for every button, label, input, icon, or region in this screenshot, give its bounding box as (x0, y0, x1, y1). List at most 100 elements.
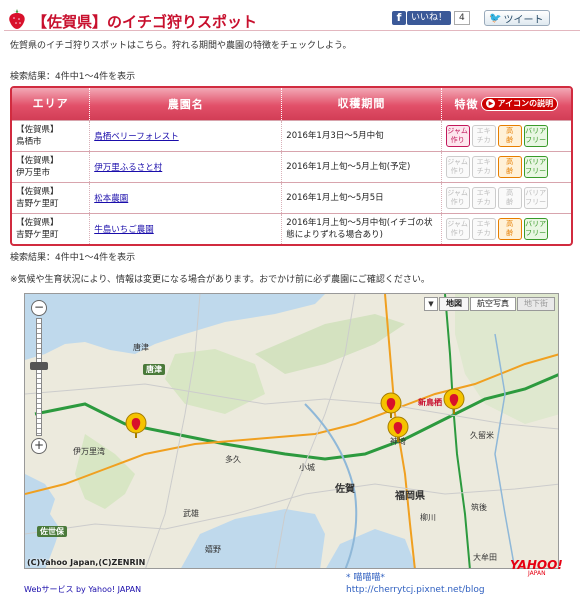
barrier-icon-line1: バリア (525, 219, 547, 228)
area-prefecture: 【佐賀県】 (16, 155, 59, 166)
jam-icon[interactable]: ジャム 作り (445, 124, 470, 147)
map-type-underground-button[interactable]: 地下街 (517, 297, 555, 311)
barrier-icon[interactable]: バリア フリー (523, 186, 548, 209)
barrier-icon[interactable]: バリア フリー (523, 155, 548, 178)
result-count-top: 検索結果：4件中1～4件を表示 (10, 72, 136, 82)
jam-icon-line1: ジャム (447, 126, 468, 135)
header-feature: 特徴 ▶ アイコンの説明 (441, 88, 571, 120)
header-feature-label: 特徴 (454, 97, 479, 111)
farm-cell: 松本農園 (89, 181, 283, 214)
eco-icon-line1: エキ (476, 188, 491, 197)
barrier-icon-line2: フリー (525, 197, 547, 206)
map-type-dropdown-icon[interactable]: ▼ (424, 297, 438, 311)
senior-icon[interactable]: 高齢 (497, 155, 522, 178)
map-label-taku: 多久 (225, 455, 241, 464)
header-divider (4, 30, 580, 31)
senior-icon-line1: 高 (506, 126, 514, 135)
area-cell: 【佐賀県】 吉野ケ里町 (12, 212, 91, 244)
farm-cell: 伊万里ふるさと村 (89, 150, 283, 183)
icon-legend-button[interactable]: ▶ アイコンの説明 (481, 96, 559, 111)
map-label-kurume: 久留米 (470, 431, 494, 440)
senior-icon-line2: 齢 (506, 197, 514, 206)
jam-icon-line1: ジャム (447, 157, 468, 166)
feature-cell: ジャム 作り エキ チカ高齢バリア フリー (441, 119, 571, 152)
jam-icon-line2: 作り (450, 135, 465, 144)
senior-icon-line2: 齢 (506, 228, 514, 237)
jam-icon[interactable]: ジャム 作り (445, 217, 470, 240)
jam-icon[interactable]: ジャム 作り (445, 155, 470, 178)
map-label-chikugo: 筑後 (471, 503, 487, 512)
period-cell: 2016年1月上旬～5月5日 (281, 181, 442, 214)
map-pin-strawberry[interactable] (387, 416, 409, 442)
watermark-url: http://cherrytcj.pixnet.net/blog (346, 585, 485, 595)
period-cell: 2016年1月3日～5月中旬 (281, 119, 442, 152)
zoom-in-button[interactable]: + (31, 438, 47, 454)
senior-icon[interactable]: 高齢 (497, 217, 522, 240)
facebook-like-label: いいね！ (407, 11, 452, 25)
facebook-like-button[interactable]: f いいね！ 4 (392, 10, 470, 26)
map-type-aerial-button[interactable]: 航空写真 (470, 297, 516, 311)
map-label-fukuoka: 福岡県 (395, 491, 425, 502)
map-pin-strawberry[interactable] (125, 412, 147, 438)
jam-icon-line2: 作り (450, 197, 465, 206)
feature-icons: ジャム 作り エキ チカ高齢バリア フリー (445, 217, 567, 240)
map[interactable]: 唐津 唐津 伊万里湾 佐世保 武雄 多久 小城 佐賀 神埼 新鳥栖 福岡県 久留… (24, 293, 559, 569)
eco-icon-line2: チカ (476, 197, 491, 206)
senior-icon[interactable]: 高齢 (497, 124, 522, 147)
barrier-icon[interactable]: バリア フリー (523, 124, 548, 147)
jam-icon[interactable]: ジャム 作り (445, 186, 470, 209)
farm-link[interactable]: 牛島いちご農園 (94, 225, 154, 235)
feature-icons: ジャム 作り エキ チカ高齢バリア フリー (445, 155, 567, 178)
senior-icon-line1: 高 (506, 188, 514, 197)
feature-cell: ジャム 作り エキ チカ高齢バリア フリー (441, 150, 571, 183)
map-label-saga: 佐賀 (335, 484, 355, 495)
play-icon: ▶ (486, 99, 496, 109)
jam-icon-line1: ジャム (447, 219, 468, 228)
area-prefecture: 【佐賀県】 (16, 217, 59, 228)
eco-icon-line2: チカ (476, 135, 491, 144)
area-cell: 【佐賀県】 吉野ケ里町 (12, 181, 91, 214)
tweet-label: ツイート (503, 14, 544, 26)
map-label-sasebo: 佐世保 (37, 526, 67, 537)
map-pin-strawberry[interactable] (380, 392, 402, 418)
map-type-map-button[interactable]: 地図 (439, 297, 469, 311)
area-prefecture: 【佐賀県】 (16, 124, 59, 135)
area-city: 鳥栖市 (16, 136, 42, 147)
feature-icons: ジャム 作り エキ チカ高齢バリア フリー (445, 124, 567, 147)
header-period: 収穫期間 (281, 88, 442, 120)
period-cell: 2016年1月上旬～5月中旬(イチゴの状態によりずれる場合あり) (281, 212, 442, 244)
eco-icon-line2: チカ (476, 228, 491, 237)
zoom-slider-track[interactable] (36, 318, 42, 436)
senior-icon-line2: 齢 (506, 166, 514, 175)
senior-icon[interactable]: 高齢 (497, 186, 522, 209)
webservice-link[interactable]: Webサービス by Yahoo! JAPAN (24, 584, 141, 595)
eco-icon[interactable]: エキ チカ (471, 217, 496, 240)
map-label-yanagawa: 柳川 (420, 513, 436, 522)
farm-cell: 鳥栖ベリーフォレスト (89, 119, 283, 152)
farm-link[interactable]: 鳥栖ベリーフォレスト (94, 132, 179, 142)
twitter-bird-icon: 🐦 (489, 12, 502, 24)
eco-icon-line2: チカ (476, 166, 491, 175)
eco-icon[interactable]: エキ チカ (471, 155, 496, 178)
map-zoom-control: − + (29, 300, 49, 458)
jam-icon-line2: 作り (450, 166, 465, 175)
jam-icon-line2: 作り (450, 228, 465, 237)
senior-icon-line1: 高 (506, 157, 514, 166)
barrier-icon[interactable]: バリア フリー (523, 217, 548, 240)
facebook-icon: f (392, 11, 406, 25)
tweet-button[interactable]: 🐦 ツイート (484, 10, 551, 26)
eco-icon[interactable]: エキ チカ (471, 124, 496, 147)
map-label-ureshino: 嬉野 (205, 545, 221, 554)
zoom-slider-handle[interactable] (30, 362, 48, 370)
header-farm: 農園名 (89, 88, 283, 120)
area-city: 吉野ケ里町 (16, 229, 59, 240)
eco-icon-line1: エキ (476, 219, 491, 228)
senior-icon-line1: 高 (506, 219, 514, 228)
map-label-imari-bay: 伊万里湾 (73, 447, 105, 456)
area-prefecture: 【佐賀県】 (16, 186, 59, 197)
farm-link[interactable]: 松本農園 (94, 194, 128, 204)
map-pin-strawberry[interactable] (443, 388, 465, 414)
eco-icon[interactable]: エキ チカ (471, 186, 496, 209)
zoom-out-button[interactable]: − (31, 300, 47, 316)
farm-link[interactable]: 伊万里ふるさと村 (94, 163, 162, 173)
